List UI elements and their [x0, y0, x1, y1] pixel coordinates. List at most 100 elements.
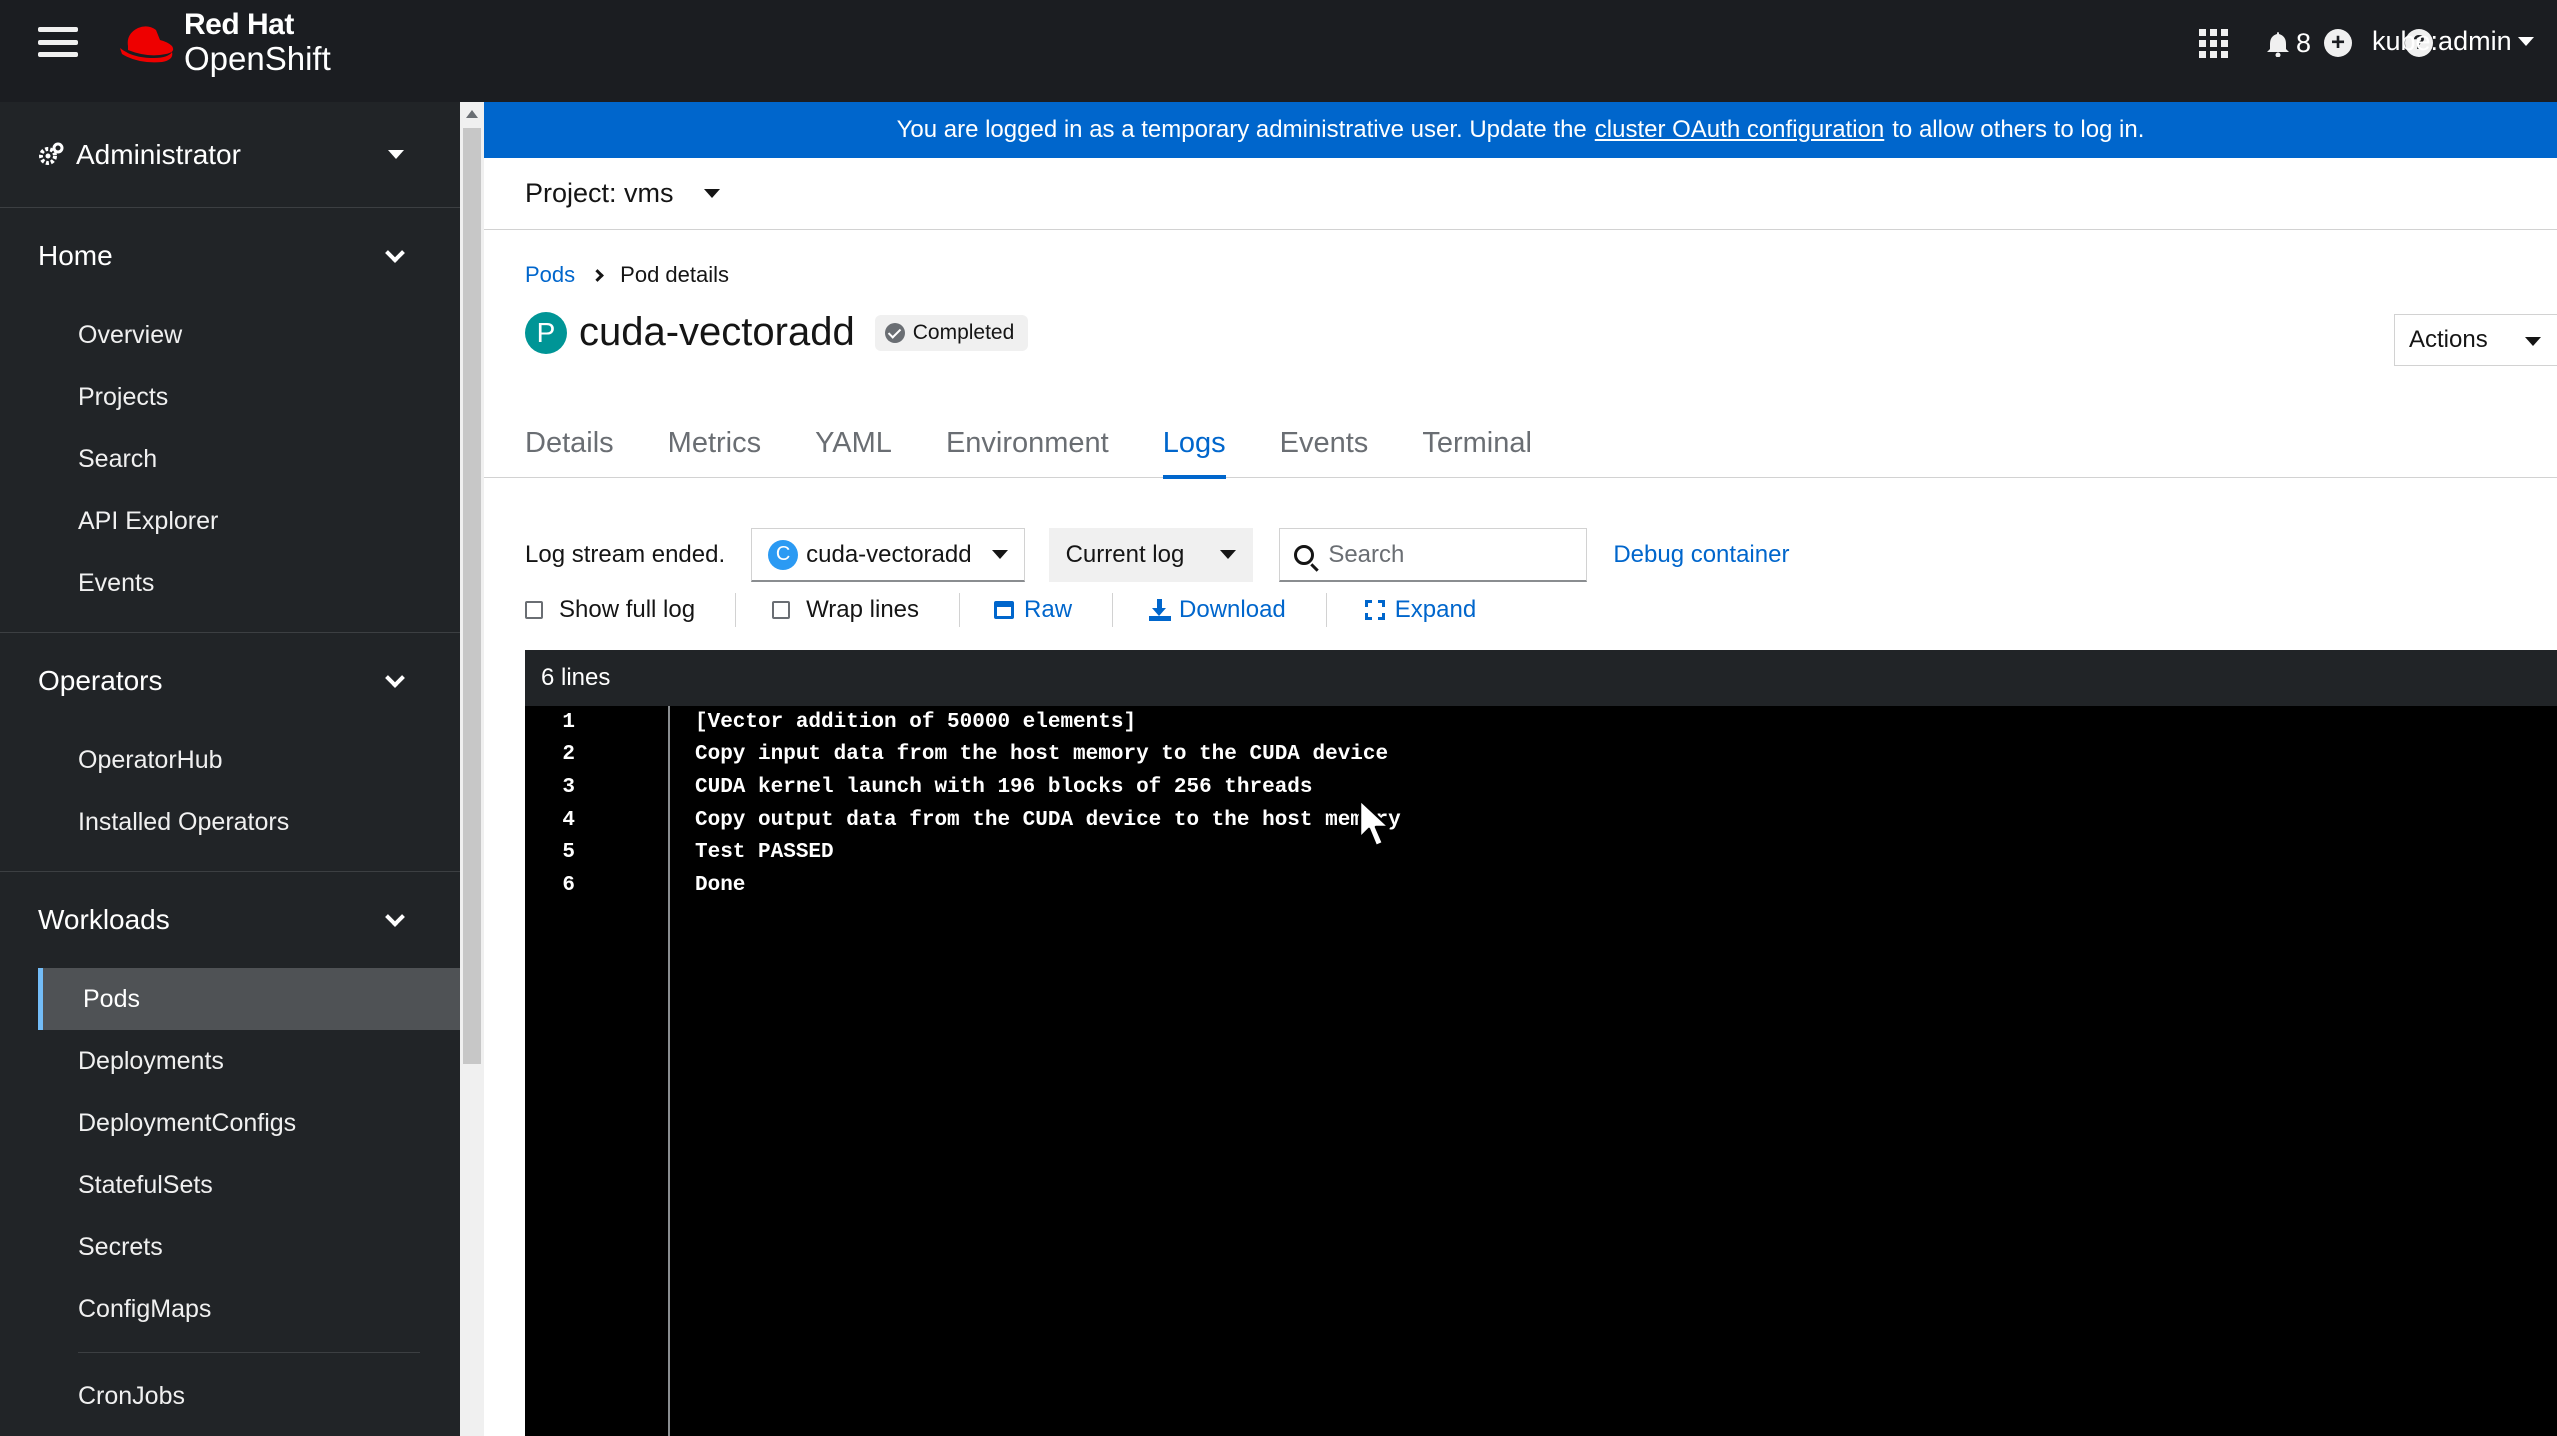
search-icon	[1294, 544, 1315, 565]
sidebar-item-installed-operators[interactable]: Installed Operators	[0, 791, 460, 853]
log-line-count: 6 lines	[525, 650, 2557, 706]
brand-logo[interactable]: Red Hat OpenShift	[118, 10, 331, 75]
tab-yaml[interactable]: YAML	[815, 408, 892, 478]
quick-create-button[interactable]: +	[2324, 29, 2352, 57]
log-options: Show full log Wrap lines Raw Download Ex…	[525, 592, 1476, 628]
checkbox-box[interactable]	[525, 601, 543, 619]
user-name: kube:admin	[2372, 26, 2512, 56]
masthead: Red Hat OpenShift 8 + ? kube:admin	[0, 0, 2557, 102]
red-hat-logo-icon	[120, 25, 174, 62]
debug-container-link[interactable]: Debug container	[1613, 541, 1789, 569]
project-bar: Project: vms	[484, 158, 2557, 230]
caret-down-icon	[388, 150, 404, 159]
download-button[interactable]: Download	[1149, 596, 1286, 624]
log-line-number: 5	[562, 840, 575, 864]
container-select[interactable]: C cuda-vectoradd	[751, 528, 1025, 582]
perspective-label: Administrator	[76, 138, 241, 170]
log-line-number: 6	[562, 873, 575, 897]
nav-divider	[78, 1352, 420, 1353]
sidebar-item-deployments[interactable]: Deployments	[0, 1030, 460, 1092]
notifications-button[interactable]: 8	[2266, 28, 2311, 59]
project-selector[interactable]: Project: vms	[525, 178, 720, 209]
log-search-input[interactable]	[1328, 540, 1569, 569]
scroll-up-arrow-icon[interactable]	[466, 110, 478, 118]
divider	[1325, 593, 1327, 627]
sidebar-item-pods[interactable]: Pods	[38, 968, 460, 1030]
nav-section-workloads: Workloads Pods Deployments DeploymentCon…	[0, 872, 460, 1436]
log-line-text: Done	[695, 873, 746, 897]
chevron-down-icon	[385, 243, 405, 263]
log-line: 3 CUDA kernel launch with 196 blocks of …	[525, 771, 1312, 803]
sidebar-item-configmaps[interactable]: ConfigMaps	[0, 1278, 460, 1340]
log-stream-status: Log stream ended.	[525, 541, 726, 568]
tab-environment[interactable]: Environment	[946, 408, 1109, 478]
external-window-icon	[994, 601, 1015, 619]
log-line-number: 2	[562, 742, 575, 766]
scrollbar-thumb[interactable]	[463, 128, 481, 1064]
sidebar-scrollbar[interactable]	[460, 102, 484, 1436]
show-full-log-checkbox[interactable]: Show full log	[525, 596, 695, 624]
user-menu[interactable]: kube:admin	[2372, 26, 2534, 57]
tab-details[interactable]: Details	[525, 408, 614, 478]
breadcrumb-pods-link[interactable]: Pods	[525, 262, 575, 288]
caret-down-icon	[991, 550, 1008, 559]
chevron-down-icon	[385, 668, 405, 688]
nav-section-title: Home	[38, 240, 113, 271]
sidebar-item-overview[interactable]: Overview	[0, 304, 460, 366]
wrap-lines-checkbox[interactable]: Wrap lines	[772, 596, 919, 624]
log-search-box	[1279, 528, 1588, 582]
download-icon	[1149, 599, 1172, 621]
bell-icon	[2267, 31, 2289, 57]
temporary-admin-banner: You are logged in as a temporary adminis…	[484, 102, 2557, 158]
caret-down-icon	[703, 189, 720, 198]
caret-down-icon	[2517, 37, 2534, 46]
brand-line1: Red Hat	[184, 8, 294, 41]
nav-section-home: Home Overview Projects Search API Explor…	[0, 208, 460, 633]
log-line: 4 Copy output data from the CUDA device …	[525, 804, 1400, 836]
log-body[interactable]: 1 [Vector addition of 50000 elements] 2 …	[525, 706, 2557, 1436]
nav-section-toggle-operators[interactable]: Operators	[0, 633, 460, 729]
hamburger-menu-icon[interactable]	[38, 24, 78, 60]
cluster-oauth-link[interactable]: cluster OAuth configuration	[1595, 116, 1885, 144]
sidebar-item-operatorhub[interactable]: OperatorHub	[0, 729, 460, 791]
sidebar-item-statefulsets[interactable]: StatefulSets	[0, 1154, 460, 1216]
show-full-log-label: Show full log	[559, 596, 696, 623]
page-title: cuda-vectoradd	[579, 310, 855, 354]
checkbox-box[interactable]	[772, 601, 791, 619]
log-line: 6 Done	[525, 869, 745, 901]
nav-section-toggle-home[interactable]: Home	[0, 208, 460, 304]
divider	[959, 593, 961, 627]
log-line-number: 1	[562, 710, 575, 734]
pod-resource-badge: P	[525, 311, 567, 354]
log-toolbar: Log stream ended. C cuda-vectoradd Curre…	[525, 528, 1789, 582]
log-line-text: Test PASSED	[695, 840, 834, 864]
perspective-switcher[interactable]: Administrator	[0, 102, 460, 208]
download-label: Download	[1179, 596, 1286, 623]
tab-metrics[interactable]: Metrics	[668, 408, 761, 478]
app-launcher-button[interactable]	[2199, 29, 2228, 58]
raw-button[interactable]: Raw	[994, 596, 1072, 624]
log-line-number: 3	[562, 775, 575, 799]
sidebar-item-cronjobs[interactable]: CronJobs	[0, 1365, 460, 1427]
log-type-label: Current log	[1065, 540, 1185, 568]
sidebar-item-events[interactable]: Events	[0, 552, 460, 614]
sidebar-item-search[interactable]: Search	[0, 428, 460, 490]
log-type-select[interactable]: Current log	[1048, 528, 1254, 582]
sidebar-item-secrets[interactable]: Secrets	[0, 1216, 460, 1278]
raw-label: Raw	[1024, 596, 1073, 623]
tab-events[interactable]: Events	[1280, 408, 1369, 478]
sidebar-item-api-explorer[interactable]: API Explorer	[0, 490, 460, 552]
actions-dropdown[interactable]: Actions	[2394, 314, 2557, 366]
log-line-text: Copy input data from the host memory to …	[695, 742, 1389, 766]
log-line: 5 Test PASSED	[525, 836, 833, 868]
nav-section-toggle-workloads[interactable]: Workloads	[0, 872, 460, 968]
tab-logs[interactable]: Logs	[1162, 408, 1226, 479]
sidebar-item-projects[interactable]: Projects	[0, 366, 460, 428]
log-line-text: Copy output data from the CUDA device to…	[695, 808, 1401, 832]
status-text: Completed	[912, 320, 1015, 344]
tab-terminal[interactable]: Terminal	[1422, 408, 1532, 478]
pod-tabs: Details Metrics YAML Environment Logs Ev…	[484, 408, 2557, 479]
sidebar-item-deploymentconfigs[interactable]: DeploymentConfigs	[0, 1092, 460, 1154]
breadcrumb: Pods Pod details	[525, 262, 729, 288]
expand-button[interactable]: Expand	[1364, 596, 1476, 624]
